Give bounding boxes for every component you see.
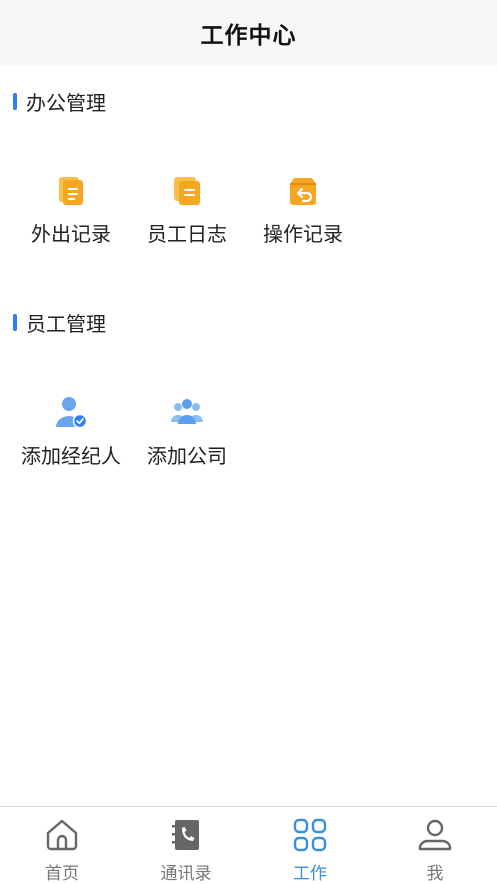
section-accent-bar (13, 313, 17, 331)
user-icon (418, 819, 452, 851)
section-office-management: 办公管理 外出记录 员工日志 操作记录 (0, 89, 497, 259)
app-header: 工作中心 (0, 0, 497, 66)
grid-item-label: 添加公司 (147, 444, 227, 468)
page-title: 工作中心 (200, 23, 297, 49)
home-icon (46, 819, 78, 851)
document-icon (59, 177, 83, 205)
section-accent-bar (13, 92, 17, 110)
tab-contacts[interactable]: 通讯录 (124, 807, 248, 884)
grid-item-operation-records[interactable]: 操作记录 (245, 172, 361, 252)
section-title: 办公管理 (26, 90, 106, 115)
grid-item-staff-log[interactable]: 员工日志 (129, 172, 245, 252)
grid-item-add-agent[interactable]: 添加经纪人 (13, 394, 129, 474)
section-title: 员工管理 (26, 311, 106, 336)
tab-me[interactable]: 我 (373, 807, 497, 884)
undo-box-icon (290, 178, 316, 205)
grid-icon (293, 818, 327, 852)
tab-work[interactable]: 工作 (248, 807, 372, 884)
grid-item-add-company[interactable]: 添加公司 (129, 394, 245, 474)
tab-label: 我 (426, 864, 444, 884)
tab-label: 首页 (45, 864, 79, 884)
grid-item-label: 操作记录 (263, 222, 343, 246)
section-staff-management: 员工管理 添加经纪人 添加公司 (0, 310, 497, 480)
grid-item-label: 外出记录 (31, 222, 111, 246)
grid-item-label: 添加经纪人 (21, 444, 121, 468)
contacts-icon (172, 820, 199, 850)
tab-home[interactable]: 首页 (0, 807, 124, 884)
grid-item-label: 员工日志 (147, 222, 227, 246)
group-icon (171, 399, 203, 424)
section-header: 办公管理 (13, 89, 106, 115)
bottom-tab-bar: 首页 通讯录 工作 我 (0, 806, 497, 884)
tab-label: 工作 (293, 864, 327, 884)
section-header: 员工管理 (13, 310, 106, 336)
tab-label: 通讯录 (160, 864, 212, 884)
add-agent-icon (56, 397, 88, 429)
log-icon (174, 177, 200, 205)
grid-item-outing-records[interactable]: 外出记录 (13, 172, 129, 252)
